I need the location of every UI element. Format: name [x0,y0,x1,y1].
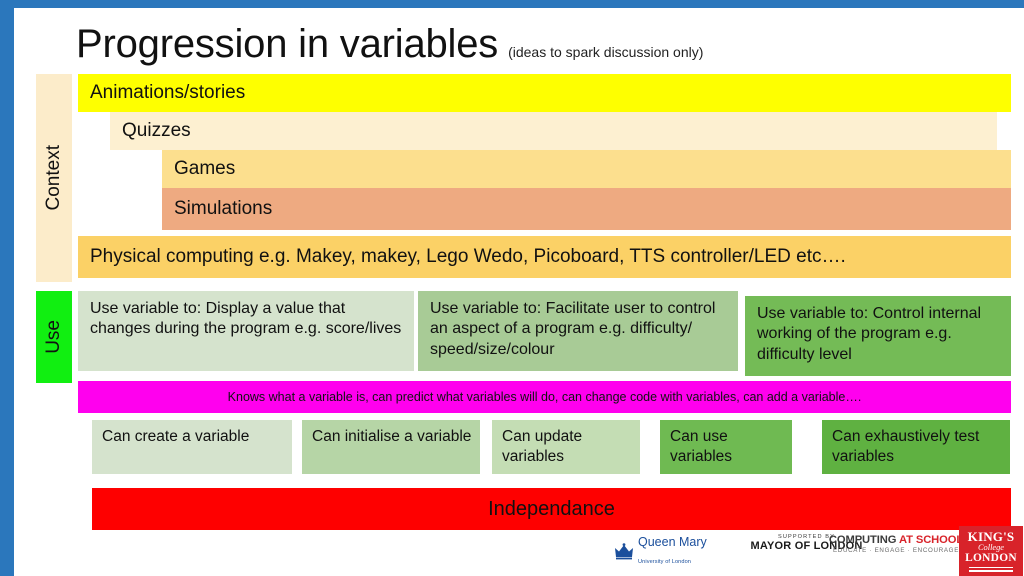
cas-word-at-school: AT SCHOOL [898,534,964,546]
use-box-internal-control: Use variable to: Control internal workin… [745,296,1011,376]
kcl-rule-1 [969,566,1013,569]
use-rail-text: Use [43,320,64,354]
crown-icon [614,542,634,560]
kcl-line-college: College [977,543,1005,552]
cas-word-computing: COMPUTING [828,534,897,546]
skill-box-test-variables: Can exhaustively test variables [822,420,1010,474]
title-subtitle-text: (ideas to spark discussion only) [508,44,704,60]
context-bar-physical-computing: Physical computing e.g. Makey, makey, Le… [78,236,1011,278]
queen-mary-sub: University of London [638,559,691,565]
kcl-line-london: LONDON [965,552,1017,565]
viewer-frame: Progression in variables (ideas to spark… [0,0,1024,576]
use-box-display-value: Use variable to: Display a value that ch… [78,291,414,371]
context-bar-animations: Animations/stories [78,74,1011,112]
skill-box-update-variables: Can update variables [492,420,640,474]
use-rail-label: Use [36,291,72,383]
queen-mary-name: Queen Mary [638,535,707,550]
context-bar-simulations: Simulations [162,188,1011,230]
slide-canvas: Progression in variables (ideas to spark… [14,8,1024,576]
kcl-line-kings: KING'S [967,529,1015,544]
page-title: Progression in variables (ideas to spark… [76,24,976,80]
footer-logo-strip: Queen Mary University of London SUPPORTE… [604,526,1024,576]
knowledge-bar: Knows what a variable is, can predict wh… [78,381,1011,413]
context-bar-simulations-label: Simulations [174,198,273,219]
title-main-text: Progression in variables [76,22,499,66]
context-bar-quizzes-label: Quizzes [122,120,191,141]
context-bar-animations-label: Animations/stories [90,82,246,103]
context-rail-text: Context [43,145,64,211]
computing-at-school-logo: COMPUTING AT SCHOOL EDUCATE · ENGAGE · E… [826,534,966,554]
context-bar-games: Games [162,150,1011,188]
cas-tagline: EDUCATE · ENGAGE · ENCOURAGE [832,547,960,554]
context-bar-physical-computing-label: Physical computing e.g. Makey, makey, Le… [90,246,846,267]
kings-college-london-logo: KING'S College LONDON [959,526,1023,576]
independence-bar: Independance [92,488,1011,530]
skill-box-use-variables: Can use variables [660,420,792,474]
skill-box-create-variable: Can create a variable [92,420,292,474]
context-bar-games-label: Games [174,158,236,179]
use-box-user-control: Use variable to: Facilitate user to cont… [418,291,738,371]
kcl-rule-2 [969,570,1013,572]
queen-mary-logo: Queen Mary University of London [614,534,720,568]
skill-box-initialise-variable: Can initialise a variable [302,420,480,474]
context-bar-quizzes: Quizzes [110,112,997,150]
context-rail-label: Context [36,74,72,282]
